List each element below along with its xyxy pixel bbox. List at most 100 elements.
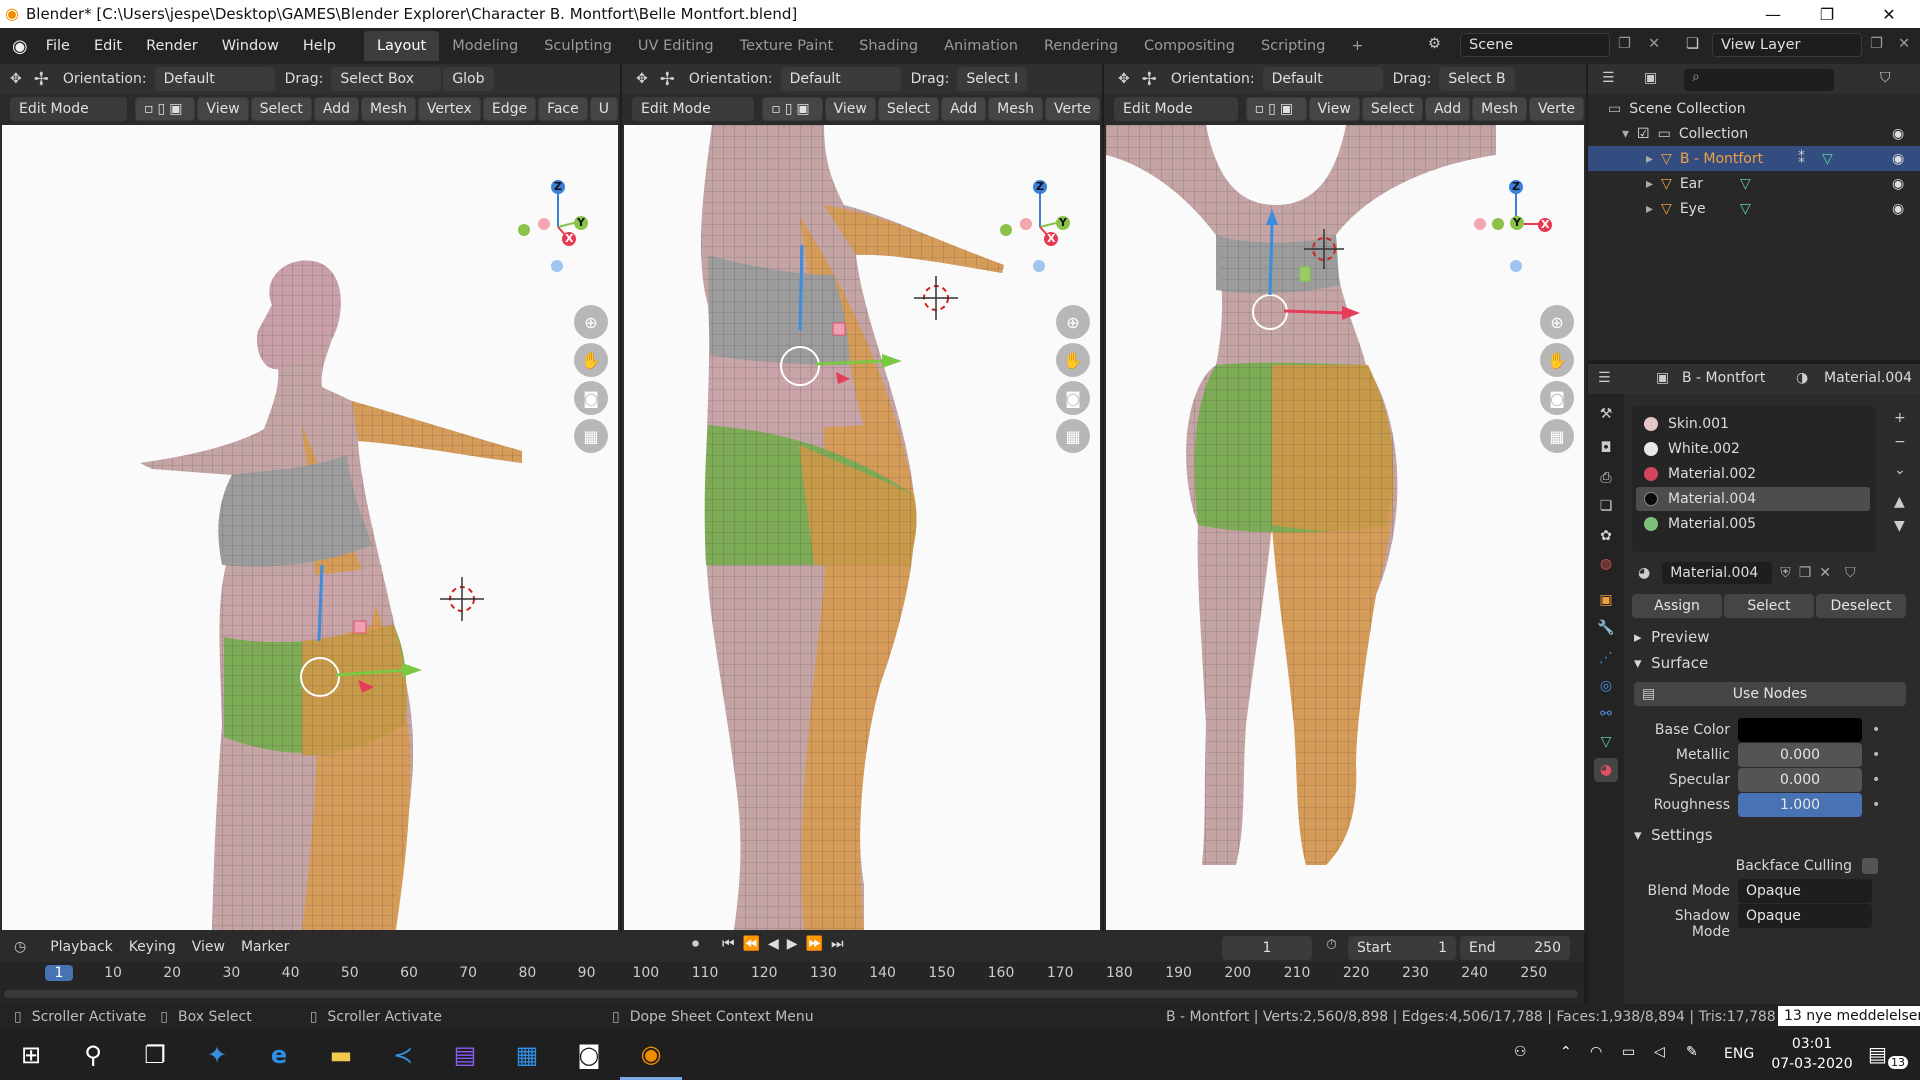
mode-dropdown[interactable]: Edit Mode bbox=[632, 97, 755, 121]
slot-menu-icon[interactable]: ⌄ bbox=[1894, 462, 1906, 478]
add-workspace-button[interactable]: + bbox=[1338, 31, 1376, 61]
material-selector[interactable]: ◕ Material.004 ⛨ ❐ ✕ ⛉ bbox=[1632, 560, 1902, 586]
search-icon[interactable]: ⚲ bbox=[62, 1030, 124, 1080]
transform-tool-icon[interactable]: ✥ bbox=[10, 71, 22, 87]
editor-app-icon[interactable]: ▤ bbox=[434, 1030, 496, 1080]
material-slot-active[interactable]: Material.004 bbox=[1636, 487, 1870, 511]
menu-render[interactable]: Render bbox=[134, 38, 210, 54]
frame-ruler[interactable]: 1 10 20 30 40 50 60 70 80 90 100 110 120 130 140 150 160… bbox=[0, 962, 1584, 986]
visibility-eye-icon[interactable]: ◉ bbox=[1892, 201, 1904, 217]
tab-texture-paint[interactable]: Texture Paint bbox=[727, 31, 847, 61]
tree-scene-collection[interactable]: ▭ Scene Collection bbox=[1588, 96, 1920, 121]
tray-expand-icon[interactable]: ⌃ bbox=[1560, 1044, 1572, 1060]
mesh-data-icon[interactable]: ▽ bbox=[1594, 730, 1618, 754]
3d-scene[interactable]: Z Y X ⊕ ✋ ◙ ▦ bbox=[1106, 125, 1584, 930]
expand-arrow-icon[interactable]: ▸ bbox=[1646, 151, 1653, 167]
constraints-icon[interactable]: ⚯ bbox=[1594, 702, 1618, 726]
move-icon[interactable]: ✢ bbox=[1142, 69, 1157, 90]
3d-scene[interactable]: Z Y X ⊕ ✋ ◙ ▦ bbox=[2, 125, 618, 930]
record-icon[interactable]: ⏺ bbox=[692, 936, 699, 952]
move-up-icon[interactable]: ▲ bbox=[1894, 494, 1905, 510]
base-color-swatch[interactable] bbox=[1738, 718, 1862, 742]
tab-uv-editing[interactable]: UV Editing bbox=[625, 31, 727, 61]
menu-uv[interactable]: U bbox=[589, 97, 618, 121]
menu-select[interactable]: Select bbox=[250, 97, 312, 121]
mode-dropdown[interactable]: Edit Mode bbox=[1114, 97, 1238, 121]
visibility-eye-icon[interactable]: ◉ bbox=[1892, 126, 1904, 142]
pan-hand-icon[interactable]: ✋ bbox=[1056, 343, 1090, 377]
transform-tool-icon[interactable]: ✥ bbox=[636, 71, 648, 87]
tab-scripting[interactable]: Scripting bbox=[1248, 31, 1338, 61]
menu-marker[interactable]: Marker bbox=[241, 939, 289, 955]
new-scene-icon[interactable]: ❐ bbox=[1618, 36, 1631, 52]
menu-window[interactable]: Window bbox=[210, 38, 291, 54]
windows-start-icon[interactable]: ⊞ bbox=[0, 1030, 62, 1080]
editor-type-icon[interactable]: ☰ bbox=[1602, 70, 1615, 86]
keyframe-dot-icon[interactable]: • bbox=[1872, 797, 1880, 813]
menu-add[interactable]: Add bbox=[941, 97, 987, 121]
keyframe-dot-icon[interactable]: • bbox=[1872, 722, 1880, 738]
shadow-mode-dropdown[interactable]: Opaque bbox=[1738, 904, 1872, 928]
settings-panel-header[interactable]: ▾ Settings bbox=[1634, 826, 1713, 844]
menu-mesh[interactable]: Mesh bbox=[360, 97, 416, 121]
blend-mode-dropdown[interactable]: Opaque bbox=[1738, 879, 1872, 903]
mesh-data-icon[interactable]: ▽ bbox=[1822, 151, 1833, 167]
display-mode-icon[interactable]: ▣ bbox=[1644, 70, 1657, 86]
navigation-gizmo[interactable]: Z Y X bbox=[1472, 180, 1552, 272]
tab-modeling[interactable]: Modeling bbox=[439, 31, 531, 61]
viewport-right[interactable]: ✥ ✢ Orientation: Default Drag: Select B … bbox=[1104, 64, 1586, 932]
pen-icon[interactable]: ✎ bbox=[1686, 1044, 1698, 1060]
menu-keying[interactable]: Keying bbox=[129, 939, 176, 955]
viewport-left[interactable]: ✥ ✢ Orientation: Default Drag: Select Bo… bbox=[0, 64, 620, 932]
menu-face[interactable]: Face bbox=[538, 97, 588, 121]
ortho-grid-icon[interactable]: ▦ bbox=[1540, 419, 1574, 453]
preview-panel-header[interactable]: ▸ Preview bbox=[1634, 628, 1709, 646]
transform-orientation-dropdown[interactable]: Glob bbox=[443, 67, 494, 91]
menu-view[interactable]: View bbox=[197, 97, 249, 121]
orientation-dropdown[interactable]: Default bbox=[780, 67, 901, 91]
new-view-layer-icon[interactable]: ❐ bbox=[1870, 36, 1883, 52]
roughness-field[interactable]: 1.000 bbox=[1738, 793, 1862, 817]
wifi-icon[interactable]: ◠ bbox=[1590, 1044, 1602, 1060]
move-icon[interactable]: ✢ bbox=[660, 69, 675, 90]
select-mode-buttons[interactable]: ▫▯▣ bbox=[762, 97, 823, 121]
pan-hand-icon[interactable]: ✋ bbox=[574, 343, 608, 377]
3d-scene[interactable]: Z Y X ⊕ ✋ ◙ ▦ bbox=[624, 125, 1100, 930]
zoom-icon[interactable]: ⊕ bbox=[1056, 305, 1090, 339]
remove-slot-icon[interactable]: − bbox=[1894, 434, 1906, 450]
fake-user-shield-icon[interactable]: ⛨ bbox=[1780, 565, 1791, 581]
tree-object-ear[interactable]: ▸ ▽ Ear ▽ ◉ bbox=[1588, 171, 1920, 196]
visibility-eye-icon[interactable]: ◉ bbox=[1892, 176, 1904, 192]
world-icon[interactable]: ◍ bbox=[1594, 552, 1618, 576]
use-nodes-button[interactable]: ▤ Use Nodes bbox=[1634, 682, 1906, 706]
menu-vertex[interactable]: Verte bbox=[1045, 97, 1100, 121]
search-icon[interactable]: ⌕ bbox=[1684, 69, 1834, 91]
duplicate-icon[interactable]: ❐ bbox=[1799, 565, 1812, 581]
timeline-scrollbar[interactable] bbox=[4, 990, 1578, 998]
camera-icon[interactable]: ◙ bbox=[1540, 381, 1574, 415]
add-slot-icon[interactable]: + bbox=[1894, 410, 1906, 426]
modifier-wrench-icon[interactable]: 🔧 bbox=[1594, 616, 1618, 640]
start-frame-field[interactable]: Start 1 bbox=[1348, 936, 1456, 960]
action-center-icon[interactable]: ▤ bbox=[1868, 1042, 1887, 1066]
deselect-button[interactable]: Deselect bbox=[1816, 594, 1906, 618]
navigation-gizmo[interactable]: Z Y X bbox=[990, 180, 1070, 272]
editor-type-icon[interactable]: ☰ bbox=[1598, 370, 1611, 386]
maximize-button[interactable]: ❐ bbox=[1800, 0, 1854, 28]
select-button[interactable]: Select bbox=[1724, 594, 1814, 618]
scene-icon[interactable]: ✿ bbox=[1594, 524, 1618, 548]
blender-taskbar-icon[interactable]: ◉ bbox=[620, 1030, 682, 1080]
tab-rendering[interactable]: Rendering bbox=[1031, 31, 1131, 61]
tab-layout[interactable]: Layout bbox=[363, 31, 440, 61]
tool-icon[interactable]: ⚒ bbox=[1594, 402, 1618, 426]
move-icon[interactable]: ✢ bbox=[34, 69, 49, 90]
menu-edge[interactable]: Edge bbox=[482, 97, 537, 121]
scene-field[interactable]: Scene bbox=[1460, 33, 1610, 57]
material-name-field[interactable]: Material.004 bbox=[1662, 562, 1773, 584]
playback-controls[interactable]: ⏮⏪◀▶⏩⏭ bbox=[722, 936, 852, 952]
material-tab-icon[interactable]: ◕ bbox=[1594, 758, 1618, 782]
particles-icon[interactable]: ⋰ bbox=[1594, 646, 1618, 670]
material-slot[interactable]: Material.002 bbox=[1636, 462, 1870, 486]
menu-file[interactable]: File bbox=[34, 38, 82, 54]
mesh-data-icon[interactable]: ▽ bbox=[1740, 176, 1751, 192]
